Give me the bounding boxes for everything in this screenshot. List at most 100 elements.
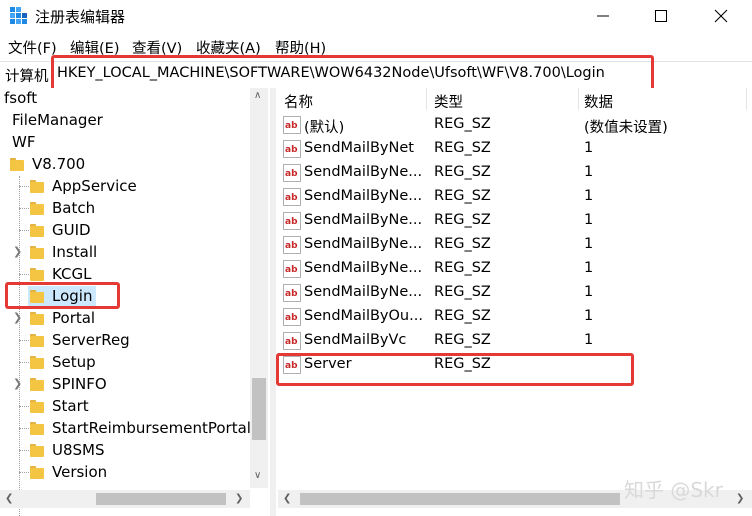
folder-icon xyxy=(30,334,44,347)
value-name: SendMailByNet xyxy=(304,140,414,156)
regedit-icon xyxy=(10,7,27,24)
list-row[interactable]: ab SendMailByNe... REG_SZ 1 xyxy=(276,185,752,209)
menu-file[interactable]: 文件(F) xyxy=(8,37,57,58)
value-data: (数值未设置) xyxy=(584,120,668,136)
list-row[interactable]: ab SendMailByNe... REG_SZ 1 xyxy=(276,281,752,305)
tree-item-setup[interactable]: Setup xyxy=(0,352,250,374)
list-row[interactable]: ab SendMailByOu... REG_SZ 1 xyxy=(276,305,752,329)
tree-item-label: Start xyxy=(52,397,89,415)
value-name: SendMailByNe... xyxy=(304,260,423,276)
list-row[interactable]: ab SendMailByNe... REG_SZ 1 xyxy=(276,161,752,185)
value-name: SendMailByNe... xyxy=(304,188,423,204)
folder-icon xyxy=(30,246,44,259)
tree-item-portal[interactable]: ❯ Portal xyxy=(0,308,250,330)
window-title: 注册表编辑器 xyxy=(35,8,126,26)
column-header-data[interactable]: 数据 xyxy=(584,91,613,113)
string-value-icon: ab xyxy=(283,212,301,230)
column-divider[interactable] xyxy=(426,88,427,110)
value-data: 1 xyxy=(584,284,594,300)
value-type: REG_SZ xyxy=(434,212,491,228)
folder-icon xyxy=(30,180,44,193)
maximize-icon xyxy=(655,10,667,22)
column-divider[interactable] xyxy=(746,88,747,110)
value-type: REG_SZ xyxy=(434,116,491,132)
chevron-right-icon[interactable]: ❯ xyxy=(13,378,23,389)
chevron-right-icon[interactable]: ❯ xyxy=(13,246,23,257)
list-row[interactable]: ab SendMailByNe... REG_SZ 1 xyxy=(276,233,752,257)
scroll-left-icon[interactable]: ❮ xyxy=(5,493,13,504)
maximize-button[interactable] xyxy=(638,0,684,32)
value-type: REG_SZ xyxy=(434,260,491,276)
tree-vertical-scrollbar[interactable]: ∧ ∨ xyxy=(250,88,268,488)
string-value-icon: ab xyxy=(283,260,301,278)
tree-item-startreimbursementportal[interactable]: StartReimbursementPortal xyxy=(0,418,251,440)
value-type: REG_SZ xyxy=(434,164,491,180)
minimize-icon xyxy=(597,15,609,17)
folder-open-icon xyxy=(10,158,24,171)
value-data: 1 xyxy=(584,188,594,204)
list-row[interactable]: ab (默认) REG_SZ (数值未设置) xyxy=(276,113,752,137)
tree-item-label: AppService xyxy=(52,177,137,195)
tree-item-guid[interactable]: GUID xyxy=(0,220,250,242)
tree-item-label: Version xyxy=(52,463,108,481)
minimize-button[interactable] xyxy=(580,0,626,32)
tree-item-serverreg[interactable]: ServerReg xyxy=(0,330,250,352)
tree-item-label: WF xyxy=(12,133,36,151)
tree-item-label: SPINFO xyxy=(52,375,107,393)
column-header-name[interactable]: 名称 xyxy=(284,91,313,113)
scroll-right-icon[interactable]: ❯ xyxy=(235,493,243,504)
value-type: REG_SZ xyxy=(434,188,491,204)
value-data: 1 xyxy=(584,140,594,156)
watermark: 知乎 @Skr xyxy=(624,478,723,502)
column-divider[interactable] xyxy=(578,88,579,110)
scroll-thumb[interactable] xyxy=(252,378,266,440)
tree-item-label: Install xyxy=(52,243,98,261)
value-data: 1 xyxy=(584,308,594,324)
tree-item-label: KCGL xyxy=(52,265,92,283)
tree-item-batch[interactable]: Batch xyxy=(0,198,250,220)
tree-item-label: fsoft xyxy=(4,89,38,107)
value-data: 1 xyxy=(584,212,594,228)
value-type: REG_SZ xyxy=(434,140,491,156)
folder-icon xyxy=(30,224,44,237)
folder-icon xyxy=(30,202,44,215)
scroll-left-icon[interactable]: ❮ xyxy=(283,493,291,504)
close-icon xyxy=(714,9,728,23)
column-header-type[interactable]: 类型 xyxy=(434,91,463,113)
tree-item-start[interactable]: Start xyxy=(0,396,250,418)
value-type: REG_SZ xyxy=(434,332,491,348)
svg-text:ab: ab xyxy=(285,121,298,131)
value-data: 1 xyxy=(584,164,594,180)
close-button[interactable] xyxy=(698,0,744,32)
tree-item-install[interactable]: ❯ Install xyxy=(0,242,250,264)
scroll-down-icon[interactable]: ∨ xyxy=(254,470,261,481)
tree-item-spinfo[interactable]: ❯ SPINFO xyxy=(0,374,250,396)
folder-icon xyxy=(30,312,44,325)
scroll-up-icon[interactable]: ∧ xyxy=(254,90,261,101)
address-label: 计算机 xyxy=(5,69,49,85)
tree-item-label: Setup xyxy=(52,353,96,371)
svg-text:ab: ab xyxy=(285,217,298,227)
string-value-icon: ab xyxy=(283,140,301,158)
list-row[interactable]: ab SendMailByNe... REG_SZ 1 xyxy=(276,209,752,233)
folder-icon xyxy=(30,268,44,281)
scroll-right-icon[interactable]: ❯ xyxy=(736,493,744,504)
tree-horizontal-scrollbar[interactable]: ❮ ❯ xyxy=(0,490,250,508)
list-row[interactable]: ab SendMailByNe... REG_SZ 1 xyxy=(276,257,752,281)
string-value-icon: ab xyxy=(283,164,301,182)
folder-icon xyxy=(30,444,44,457)
svg-text:ab: ab xyxy=(285,313,298,323)
string-value-icon: ab xyxy=(283,236,301,254)
tree-item-version[interactable]: Version xyxy=(0,462,250,484)
value-name: (默认) xyxy=(304,120,345,136)
tree-item-u8sms[interactable]: U8SMS xyxy=(0,440,250,462)
tree-item-appservice[interactable]: AppService xyxy=(0,176,250,198)
scroll-thumb[interactable] xyxy=(300,493,620,505)
scroll-thumb[interactable] xyxy=(96,493,226,505)
value-data: 1 xyxy=(584,236,594,252)
tree-item-label: FileManager xyxy=(12,111,103,129)
list-row[interactable]: ab SendMailByNet REG_SZ 1 xyxy=(276,137,752,161)
value-name: SendMailByNe... xyxy=(304,212,423,228)
chevron-right-icon[interactable]: ❯ xyxy=(13,312,23,323)
list-row[interactable]: ab SendMailByVc REG_SZ 1 xyxy=(276,329,752,353)
